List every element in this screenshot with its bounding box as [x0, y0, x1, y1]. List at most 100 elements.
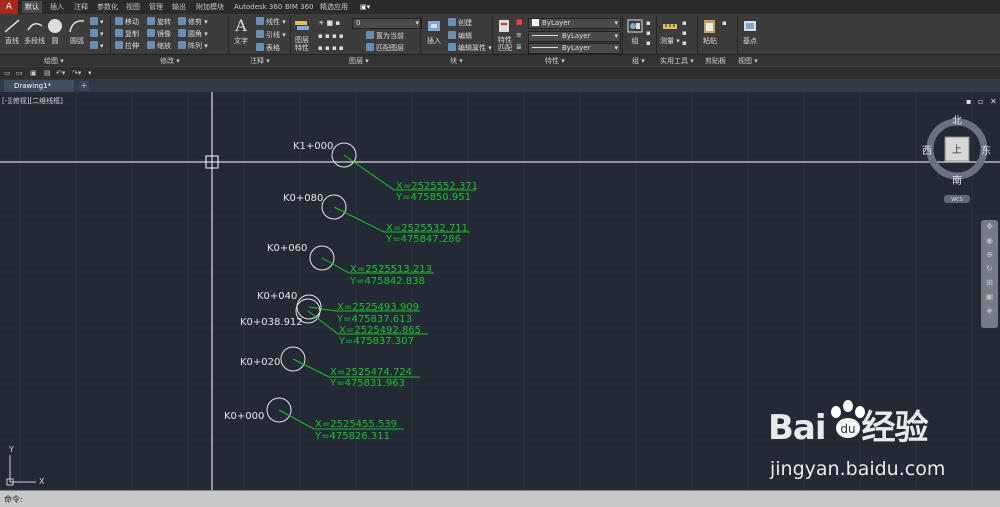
rotate-tool[interactable]: 旋转 [147, 17, 171, 27]
arc-tool[interactable]: 圆弧 [68, 18, 86, 46]
edit-block-tool[interactable]: 编辑 [448, 31, 472, 41]
station-label[interactable]: K0+040 [257, 291, 297, 302]
new-file-icon[interactable]: ▭ [4, 68, 11, 78]
station-x-coordinate[interactable]: X=2525532.711 [386, 223, 468, 234]
station-label[interactable]: K0+038.912 [240, 317, 303, 328]
save-icon[interactable]: ▣ [30, 68, 37, 78]
panel-label-draw-overlay[interactable]: 绘图 ▾ [44, 56, 64, 66]
viewcube-east[interactable]: 东 [981, 144, 991, 157]
panel-label-clipboard-overlay[interactable]: 剪贴板 [705, 56, 726, 66]
redo-icon[interactable]: ↷▾ [72, 68, 81, 78]
panel-label-block-overlay[interactable]: 块 ▾ [450, 56, 463, 66]
station-x-coordinate[interactable]: X=2525513.213 [350, 264, 432, 275]
viewcube-west[interactable]: 西 [922, 146, 932, 157]
panel-label-utilities-overlay[interactable]: 实用工具 ▾ [660, 56, 694, 66]
tab-autodesk-360[interactable]: Autodesk 360 [234, 1, 282, 13]
move-tool[interactable]: 移动 [115, 17, 139, 27]
navigation-bar[interactable]: ✥ ◉ ⊕ ↻ ⊞ ▣ ◈ [981, 220, 998, 328]
viewport-minimize-icon[interactable]: ▪ [966, 97, 971, 106]
viewcube-south[interactable]: 南 [952, 174, 962, 187]
mirror-tool[interactable]: 镜像 [147, 29, 171, 39]
scale-tool[interactable]: 缩放 [147, 41, 171, 51]
leader-tool[interactable]: 引线 ▾ [256, 30, 286, 40]
station-y-coordinate[interactable]: Y=475837.307 [338, 336, 414, 347]
open-file-icon[interactable]: ▭ [16, 68, 23, 78]
station-y-coordinate[interactable]: Y=475842.838 [349, 276, 425, 287]
linetype-dropdown[interactable]: ByLayer ▾ [528, 31, 621, 42]
layer-dropdown[interactable]: 0 ▾ [352, 18, 422, 29]
print-icon[interactable]: ▤ [44, 68, 51, 78]
tab-bim-360[interactable]: BIM 360 [285, 1, 314, 13]
paste-tool[interactable]: 粘贴 [701, 18, 719, 46]
station-y-coordinate[interactable]: Y=475831.963 [329, 378, 405, 389]
new-tab-button[interactable]: + [79, 81, 89, 91]
station-label[interactable]: K1+000 [293, 141, 333, 152]
station-y-coordinate[interactable]: Y=475837.613 [336, 314, 412, 325]
panel-label-properties-overlay[interactable]: 特性 ▾ [545, 56, 565, 66]
station-label[interactable]: K0+020 [240, 357, 280, 368]
station-y-coordinate[interactable]: Y=475847.286 [385, 234, 461, 245]
layer-tools-row1[interactable]: ▪ ▪ ▪ ▪ [318, 31, 344, 41]
command-line[interactable] [0, 490, 1000, 507]
tab-manage[interactable]: 管理 [149, 1, 163, 13]
video-icon[interactable]: ▣▾ [360, 1, 370, 13]
station-label[interactable]: K0+000 [224, 411, 264, 422]
panel-label-annotation-overlay[interactable]: 注释 ▾ [250, 56, 270, 66]
edit-attributes-tool[interactable]: 编辑属性 ▾ [448, 43, 492, 53]
match-properties-tool[interactable]: 特性匹配 [496, 18, 514, 52]
station-x-coordinate[interactable]: X=2525455.539 [315, 419, 397, 430]
layer-properties-tool[interactable]: 图层特性 [293, 18, 311, 52]
copy-tool[interactable]: 复制 [115, 29, 139, 39]
tab-addins[interactable]: 附加模块 [196, 1, 224, 13]
viewport-close-icon[interactable]: ✕ [990, 97, 997, 106]
polyline-tool[interactable]: 多段线 [24, 18, 45, 46]
viewport-restore-icon[interactable]: ▫ [978, 97, 983, 106]
line-tool[interactable]: 直线 [3, 18, 21, 46]
station-label[interactable]: K0+060 [267, 243, 307, 254]
application-menu-button[interactable]: A [0, 0, 18, 14]
stretch-tool[interactable]: 拉伸 [115, 41, 139, 51]
group-tool[interactable]: 组 [626, 18, 644, 46]
match-layer-tool[interactable]: 匹配图层 [366, 43, 404, 53]
tab-featured-apps[interactable]: 精选应用 [320, 1, 348, 13]
rectangle-tool[interactable]: ▾ [90, 17, 104, 27]
panel-label-layers-overlay[interactable]: 图层 ▾ [349, 56, 369, 66]
panel-label-modify-overlay[interactable]: 修改 ▾ [160, 56, 180, 66]
create-block-tool[interactable]: 创建 [448, 18, 472, 28]
text-tool[interactable]: A 文字 [232, 18, 250, 46]
station-x-coordinate[interactable]: X=2525552.371 [396, 181, 478, 192]
tab-annotate[interactable]: 注释 [74, 1, 88, 13]
tab-drawing1[interactable]: Drawing1* [4, 80, 74, 92]
make-current-tool[interactable]: 置为当前 [366, 31, 404, 41]
table-tool[interactable]: 表格 [256, 43, 280, 53]
fillet-tool[interactable]: 圆角 ▾ [178, 29, 208, 39]
panel-label-view-overlay[interactable]: 视图 ▾ [738, 56, 758, 66]
station-label[interactable]: K0+080 [283, 193, 323, 204]
circle-tool[interactable]: 圆 [46, 18, 64, 46]
color-dropdown[interactable]: ByLayer ▾ [528, 18, 621, 29]
measure-tool[interactable]: 测量 ▾ [660, 18, 680, 46]
viewport-label[interactable]: [-][俯视][二维线框] [2, 96, 63, 106]
tab-view[interactable]: 视图 [126, 1, 140, 13]
nav-tools-icons[interactable]: ✥ ◉ ⊕ ↻ ⊞ ▣ ◈ [981, 220, 998, 318]
hatch-tool[interactable]: ▾ [90, 29, 104, 39]
tab-insert[interactable]: 插入 [50, 1, 64, 13]
insert-block-tool[interactable]: 插入 [425, 18, 443, 46]
utility-tools-column[interactable]: ▪ ▪ ▪ [682, 18, 687, 47]
tab-output[interactable]: 输出 [172, 1, 186, 13]
panel-label-groups-overlay[interactable]: 组 ▾ [632, 56, 645, 66]
tab-home[interactable]: 默认 [22, 1, 42, 13]
viewcube-north[interactable]: 北 [952, 115, 962, 127]
command-prompt[interactable]: 命令: [4, 494, 23, 505]
group-tools-column[interactable]: ▪ ▪ ▪ [646, 18, 651, 47]
array-tool[interactable]: 阵列 ▾ [178, 41, 208, 51]
lineweight-dropdown[interactable]: ByLayer ▾ [528, 43, 621, 54]
station-x-coordinate[interactable]: X=2525493.909 [337, 302, 419, 313]
customize-qat-icon[interactable]: ▾ [88, 68, 92, 78]
base-view-tool[interactable]: 基点 [741, 18, 759, 46]
boundary-tool[interactable]: ▾ [90, 41, 104, 51]
station-x-coordinate[interactable]: X=2525474.724 [330, 367, 412, 378]
station-y-coordinate[interactable]: Y=475826.311 [314, 431, 390, 442]
station-y-coordinate[interactable]: Y=475850.951 [395, 192, 471, 203]
station-x-coordinate[interactable]: X=2525492.865 [339, 325, 421, 336]
